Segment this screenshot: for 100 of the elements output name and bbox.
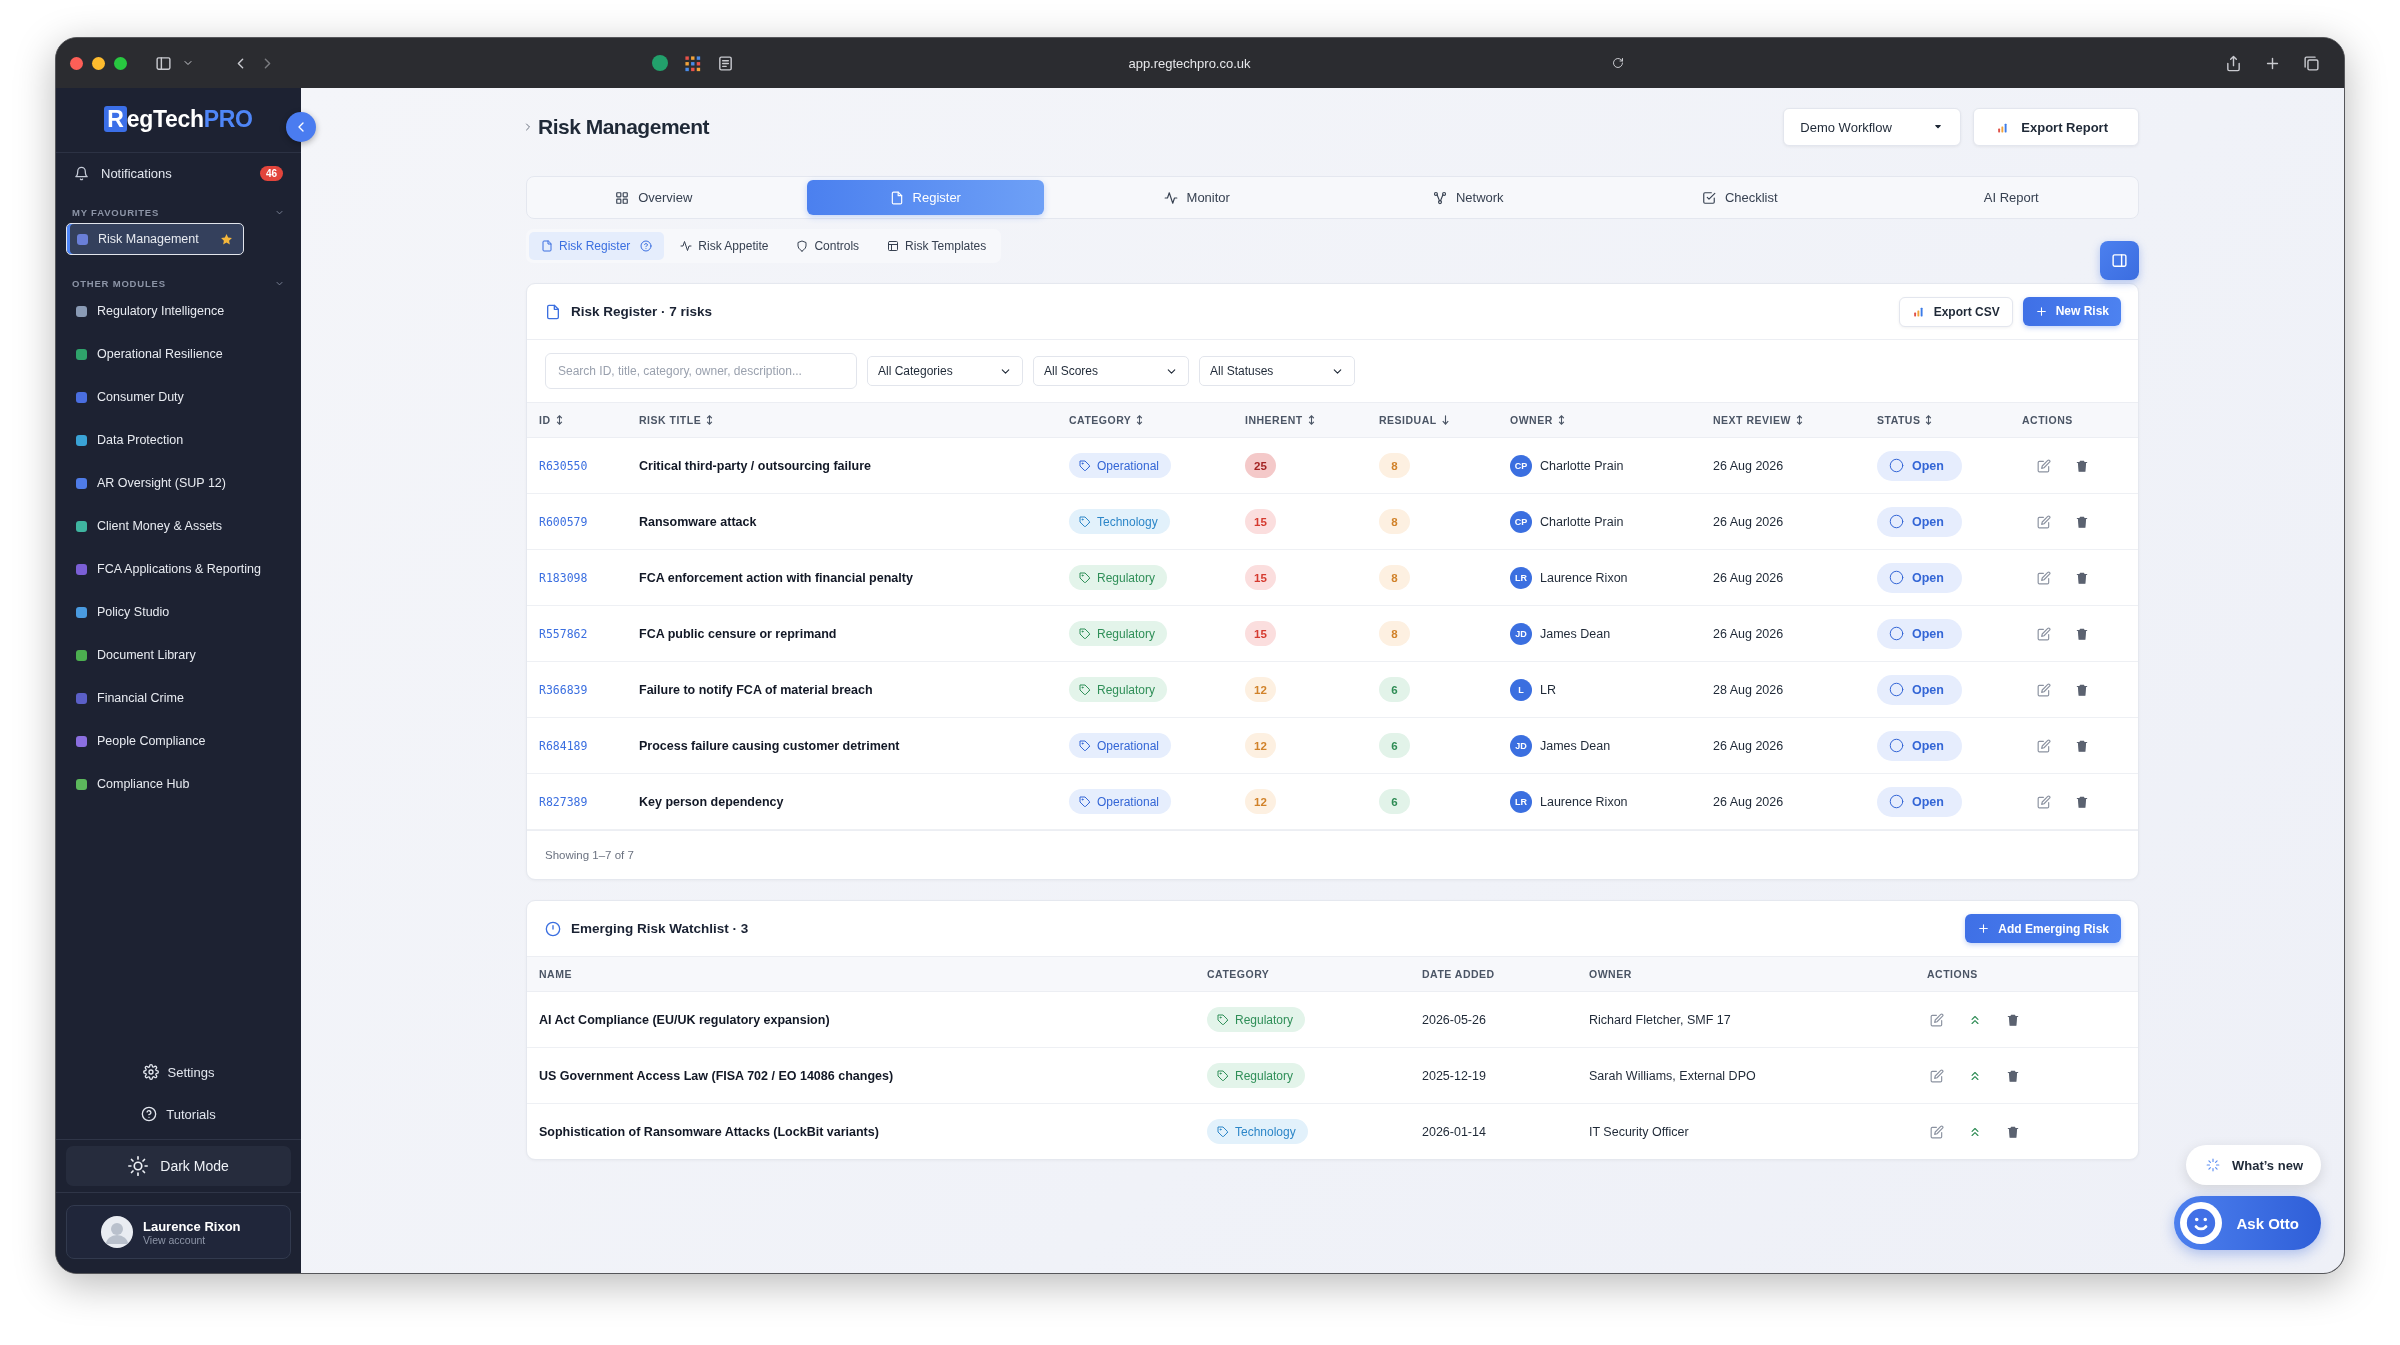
column-header[interactable]: NEXT REVIEW <box>1713 414 1791 426</box>
sidebar-item[interactable]: Compliance Hub <box>66 767 291 801</box>
add-emerging-risk-button[interactable]: Add Emerging Risk <box>1965 914 2121 943</box>
risk-id-link[interactable]: R827389 <box>539 794 639 809</box>
address-bar[interactable]: app.regtechpro.co.uk <box>749 48 1630 78</box>
search-field[interactable]: Search ID, title, category, owner, description... <box>545 353 857 389</box>
column-header[interactable]: ID <box>539 414 551 426</box>
subtab[interactable]: Risk Templates <box>875 232 999 260</box>
user-name: Laurence Rixon <box>143 1218 241 1234</box>
apps-grid-icon[interactable] <box>683 54 701 72</box>
settings-link[interactable]: Settings <box>66 1055 291 1089</box>
subtab[interactable]: Risk Register <box>529 232 665 260</box>
review-date: 26 Aug 2026 <box>1713 458 1785 473</box>
close-window-icon[interactable] <box>70 56 83 70</box>
category-tag: Operational <box>1069 453 1172 478</box>
side-panel-button[interactable] <box>2100 241 2139 280</box>
circle-icon <box>1889 626 1904 641</box>
subtab[interactable]: Risk Appetite <box>668 232 781 260</box>
owner-avatar: JD <box>1510 622 1532 645</box>
collapse-sidebar-button[interactable] <box>286 112 316 142</box>
sidebar-item[interactable]: Client Money & Assets <box>66 509 291 543</box>
risk-id-link[interactable]: R600579 <box>539 514 639 529</box>
risk-id-link[interactable]: R183098 <box>539 570 639 585</box>
notifications-item[interactable]: Notifications 46 <box>56 152 301 193</box>
owner-name: Charlotte Prain <box>1540 514 1624 529</box>
sidebar-item[interactable]: AR Oversight (SUP 12) <box>66 466 291 500</box>
pulse-icon <box>680 240 693 252</box>
circle-icon <box>1889 514 1904 529</box>
column-header[interactable]: OWNER <box>1510 414 1553 426</box>
trash-icon <box>2006 1012 2020 1027</box>
section-heading: OTHER MODULES <box>72 278 166 289</box>
column-header[interactable]: CATEGORY <box>1069 414 1132 426</box>
tag-icon <box>1079 739 1091 752</box>
tab[interactable]: Monitor <box>1078 180 1316 215</box>
pulse-icon <box>1163 190 1178 205</box>
account-card[interactable]: Laurence Rixon View account <box>66 1205 291 1259</box>
export-csv-button[interactable]: Export CSV <box>1898 296 2013 327</box>
panel-icon <box>2111 252 2128 269</box>
filter-select[interactable]: All Categories <box>867 356 1023 386</box>
column-header[interactable]: STATUS <box>1877 414 1921 426</box>
tab[interactable]: Overview <box>535 180 773 215</box>
trash-icon <box>2006 1068 2020 1083</box>
sidebar-item[interactable]: Consumer Duty <box>66 380 291 414</box>
tab[interactable]: Checklist <box>1621 180 1859 215</box>
column-header[interactable]: RESIDUAL <box>1379 414 1437 426</box>
tag-icon <box>1217 1013 1229 1026</box>
inherent-score-badge: 15 <box>1245 621 1276 646</box>
sidebar-item[interactable]: Regulatory Intelligence <box>66 294 291 328</box>
residual-score-badge: 8 <box>1379 453 1410 478</box>
edit-icon <box>1930 1012 1944 1027</box>
edit-icon <box>2037 514 2051 529</box>
risk-title: Key person dependency <box>639 794 785 809</box>
status-badge: Open <box>1877 562 1962 593</box>
tab[interactable]: AI Report <box>1892 180 2130 215</box>
sidebar-item[interactable]: Operational Resilience <box>66 337 291 371</box>
risk-id-link[interactable]: R684189 <box>539 738 639 753</box>
date-added: 2026-01-14 <box>1422 1124 1487 1139</box>
inherent-score-badge: 25 <box>1245 453 1276 478</box>
document-icon <box>541 240 553 252</box>
workflow-select[interactable]: Demo Workflow <box>1783 108 1962 146</box>
tutorials-link[interactable]: Tutorials <box>66 1097 291 1131</box>
ask-otto-button[interactable]: Ask Otto <box>2174 1196 2321 1250</box>
tab[interactable]: Network <box>1349 180 1587 215</box>
sidebar-item[interactable]: Financial Crime <box>66 681 291 715</box>
trash-icon <box>2075 514 2089 529</box>
minimize-window-icon[interactable] <box>92 56 105 70</box>
sidebar-item[interactable]: People Compliance <box>66 724 291 758</box>
checklist-icon <box>1701 190 1716 205</box>
sidebar-item[interactable]: Data Protection <box>66 423 291 457</box>
column-header[interactable]: INHERENT <box>1245 414 1303 426</box>
column-header[interactable]: RISK TITLE <box>639 414 702 426</box>
trash-icon <box>2075 794 2089 809</box>
sidebar-item[interactable]: Risk Management <box>66 223 244 255</box>
category-tag: Regulatory <box>1069 677 1168 702</box>
risk-id-link[interactable]: R630550 <box>539 458 639 473</box>
trash-icon <box>2075 458 2089 473</box>
zoom-window-icon[interactable] <box>114 56 127 70</box>
sort-icon <box>1795 414 1803 426</box>
column-header: CATEGORY <box>1207 968 1270 980</box>
filter-select[interactable]: All Scores <box>1033 356 1189 386</box>
bell-icon <box>74 165 89 181</box>
whats-new-button[interactable]: What’s new <box>2185 1145 2321 1185</box>
risk-id-link[interactable]: R366839 <box>539 682 639 697</box>
edit-icon <box>1930 1068 1944 1083</box>
sidebar-item[interactable]: Document Library <box>66 638 291 672</box>
extension-icon[interactable] <box>651 55 668 71</box>
risk-id-link[interactable]: R557862 <box>539 626 639 641</box>
filter-select[interactable]: All Statuses <box>1199 356 1355 386</box>
sidebar-item[interactable]: FCA Applications & Reporting <box>66 552 291 586</box>
export-report-button[interactable]: Export Report <box>1973 108 2139 146</box>
subtab[interactable]: Controls <box>784 232 872 260</box>
sidebar-item[interactable]: Policy Studio <box>66 595 291 629</box>
status-badge: Open <box>1877 674 1962 705</box>
dark-mode-button[interactable]: Dark Mode <box>66 1146 291 1186</box>
edit-icon <box>2037 626 2051 641</box>
category-tag: Technology <box>1207 1119 1308 1144</box>
new-risk-button[interactable]: New Risk <box>2022 296 2121 326</box>
review-date: 26 Aug 2026 <box>1713 794 1785 809</box>
card-title: Risk Register · 7 risks <box>571 304 713 319</box>
risk-title: Failure to notify FCA of material breach <box>639 682 874 697</box>
